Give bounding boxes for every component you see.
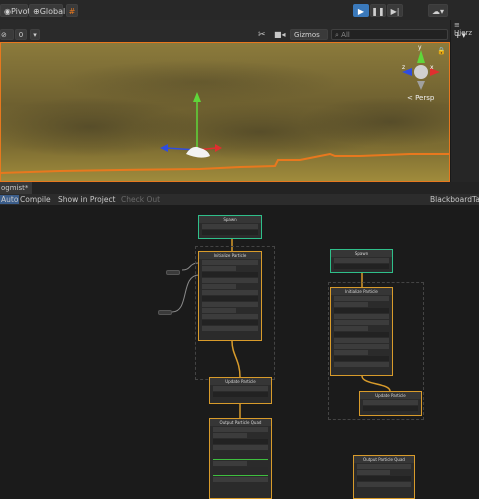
spawn-context-b[interactable]: Spawn	[330, 249, 393, 273]
output-b-title: Output Particle Quad	[354, 456, 414, 463]
axis-x-label: x	[430, 64, 434, 71]
init-b-title: Initialize Particle	[331, 288, 392, 295]
curve-field[interactable]	[213, 467, 268, 476]
collab-dropdown[interactable]: ☁▾	[428, 4, 448, 17]
persp-label[interactable]: < Persp	[407, 94, 434, 102]
global-toggle[interactable]: ⊕Global	[29, 4, 66, 17]
pause-icon: ❚❚	[371, 7, 385, 16]
search-icon: ⌕	[335, 31, 339, 39]
vfx-graph-canvas[interactable]: Spawn Initialize Particle Update Particl…	[0, 205, 479, 499]
output-context-a[interactable]: Output Particle Quad	[209, 418, 272, 499]
spawn-b-title: Spawn	[331, 250, 392, 257]
cloud-icon: ☁▾	[431, 7, 444, 16]
lock-icon[interactable]: 🔒	[437, 47, 446, 55]
update-b-title: Update Particle	[360, 392, 421, 399]
pause-button[interactable]: ❚❚	[370, 4, 386, 17]
graph-tab-title: ogmist*	[1, 184, 29, 192]
count-label: 0	[18, 31, 24, 39]
initialize-context-a[interactable]: Initialize Particle	[198, 251, 262, 341]
count-field[interactable]: 0	[15, 29, 27, 40]
initialize-context-b[interactable]: Initialize Particle	[330, 287, 393, 376]
list-icon: ≡	[454, 21, 460, 29]
graph-tab-bar: ogmist*	[0, 182, 479, 194]
update-a-title: Update Particle	[210, 378, 271, 385]
update-context-a[interactable]: Update Particle	[209, 377, 272, 404]
update-context-b[interactable]: Update Particle	[359, 391, 422, 416]
pivot-label: Pivot	[10, 7, 31, 16]
global-label: Global	[39, 7, 66, 16]
axis-z-label: z	[402, 64, 406, 71]
pivot-icon: ◉	[4, 7, 11, 16]
output-context-b[interactable]: Output Particle Quad	[353, 455, 415, 499]
gizmos-dropdown[interactable]: Gizmos ▾	[290, 29, 328, 50]
scene-search-input[interactable]: ⌕ All	[331, 29, 448, 40]
curve-field[interactable]	[213, 451, 268, 460]
add-icon[interactable]: +▾	[454, 31, 466, 41]
search-placeholder: All	[341, 31, 350, 39]
play-button[interactable]: ▶	[353, 4, 369, 17]
axis-y-label: y	[418, 44, 422, 51]
check-out-button[interactable]: Check Out	[121, 195, 160, 204]
scene-toolbar: ⊘ 0 ▾ ✂ ■◂ Gizmos ▾ ⌕ All	[0, 20, 450, 50]
pivot-toggle[interactable]: ◉Pivot	[0, 4, 31, 17]
property-node[interactable]	[158, 310, 172, 315]
scene-options-button[interactable]: ▾	[30, 29, 40, 40]
property-node[interactable]	[166, 270, 180, 275]
gizmos-label: Gizmos	[294, 31, 320, 39]
grid-snap-icon: #	[68, 7, 76, 16]
main-toolbar: ◉Pivot ⊕Global # ▶ ❚❚ ▶| ☁▾	[0, 0, 479, 21]
draw-mode-dropdown[interactable]: ⊘	[0, 29, 14, 40]
spawn-a-title: Spawn	[199, 216, 261, 223]
graph-tab[interactable]: ogmist*	[0, 182, 32, 194]
chevron-down-icon: ▾	[33, 31, 37, 39]
scene-render	[0, 42, 450, 182]
output-a-title: Output Particle Quad	[210, 419, 271, 426]
tools-icon[interactable]: ✂	[258, 30, 266, 40]
scene-viewport[interactable]: y z x < Persp 🔒	[0, 42, 450, 182]
compile-button[interactable]: Compile	[20, 195, 51, 204]
step-icon: ▶|	[390, 7, 400, 16]
blackboard-toggle[interactable]: Blackboard	[430, 195, 472, 204]
auto-toggle[interactable]: Auto	[0, 195, 20, 204]
step-button[interactable]: ▶|	[387, 4, 403, 17]
globe-icon: ⊕	[33, 7, 40, 16]
play-icon: ▶	[357, 7, 365, 16]
grid-snap-button[interactable]: #	[66, 4, 78, 17]
init-a-title: Initialize Particle	[199, 252, 261, 259]
target-toggle[interactable]: Ta	[472, 195, 479, 204]
spawn-context-a[interactable]: Spawn	[198, 215, 262, 239]
show-in-project-button[interactable]: Show in Project	[58, 195, 116, 204]
draw-mode-icon: ⊘	[1, 31, 7, 39]
hierarchy-panel: ≡ Hierz +▾	[450, 20, 479, 182]
camera-icon[interactable]: ■◂	[274, 30, 286, 39]
